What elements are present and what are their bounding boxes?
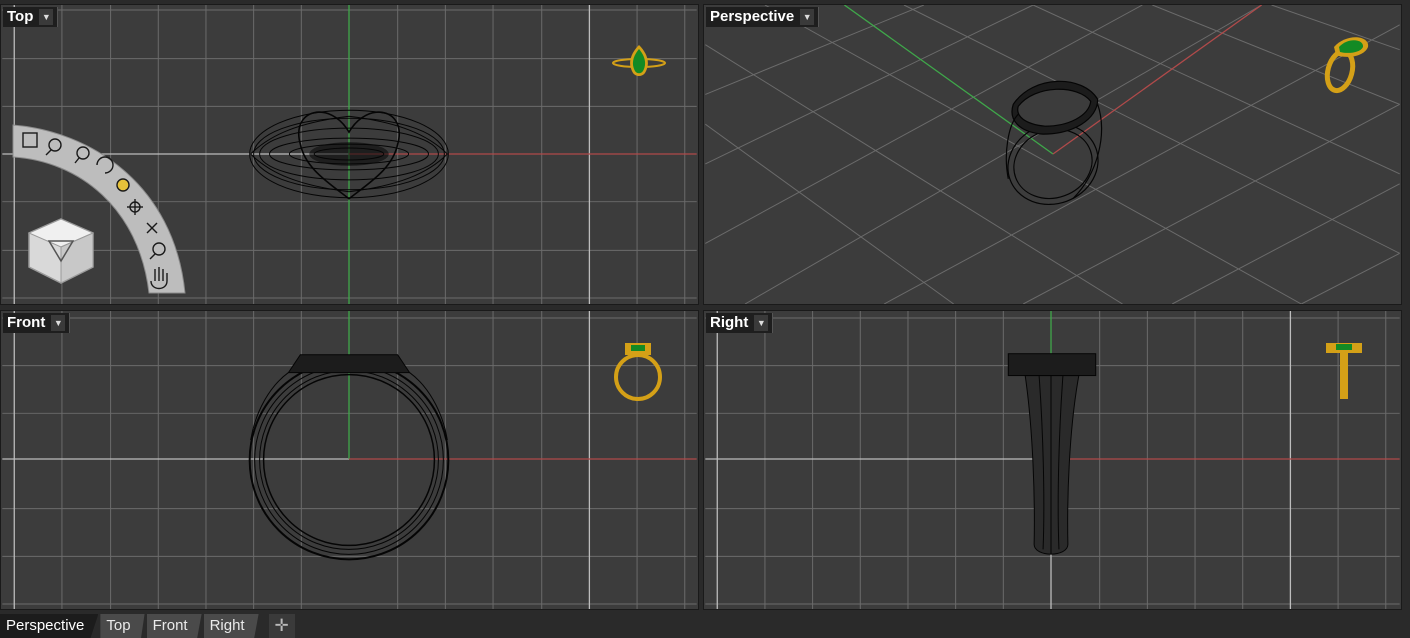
navigation-widget[interactable] [9,123,189,304]
tab-front[interactable]: Front [146,614,202,638]
tab-top[interactable]: Top [100,614,145,638]
perspective-viewport-label[interactable]: Perspective ▼ [706,7,820,27]
front-viewport-grid [2,311,697,609]
top-viewport[interactable]: Top ▼ [0,4,699,305]
viewport-tab-bar: Perspective Top Front Right ✛ [0,612,1410,638]
right-viewport-label[interactable]: Right ▼ [706,313,774,333]
triangle-down-icon[interactable]: ▼ [39,9,54,25]
perspective-viewport-grid [705,5,1400,304]
right-viewport[interactable]: Right ▼ [703,310,1402,610]
ring-thumbnail-right [1326,343,1362,399]
plus-icon[interactable]: ✛ [268,614,295,638]
top-viewport-label[interactable]: Top ▼ [3,7,59,27]
tab-perspective[interactable]: Perspective [0,614,99,638]
ring-thumbnail-front [614,343,662,401]
ring-thumbnail-perspective [1324,37,1369,94]
tab-right[interactable]: Right [203,614,259,638]
right-viewport-grid [705,311,1400,609]
perspective-viewport-title: Perspective [710,8,795,25]
triangle-down-icon[interactable]: ▼ [754,315,769,331]
top-viewport-title: Top [7,8,34,25]
front-viewport[interactable]: Front ▼ [0,310,699,610]
front-viewport-label[interactable]: Front ▼ [3,313,71,333]
right-viewport-title: Right [710,314,749,331]
triangle-down-icon[interactable]: ▼ [800,9,815,25]
perspective-viewport[interactable]: Perspective ▼ [703,4,1402,305]
triangle-down-icon[interactable]: ▼ [51,315,66,331]
view-cube-icon[interactable] [23,213,99,289]
ring-thumbnail-top [612,45,666,76]
front-viewport-title: Front [7,314,46,331]
ring-right-wireframe [1007,353,1097,555]
